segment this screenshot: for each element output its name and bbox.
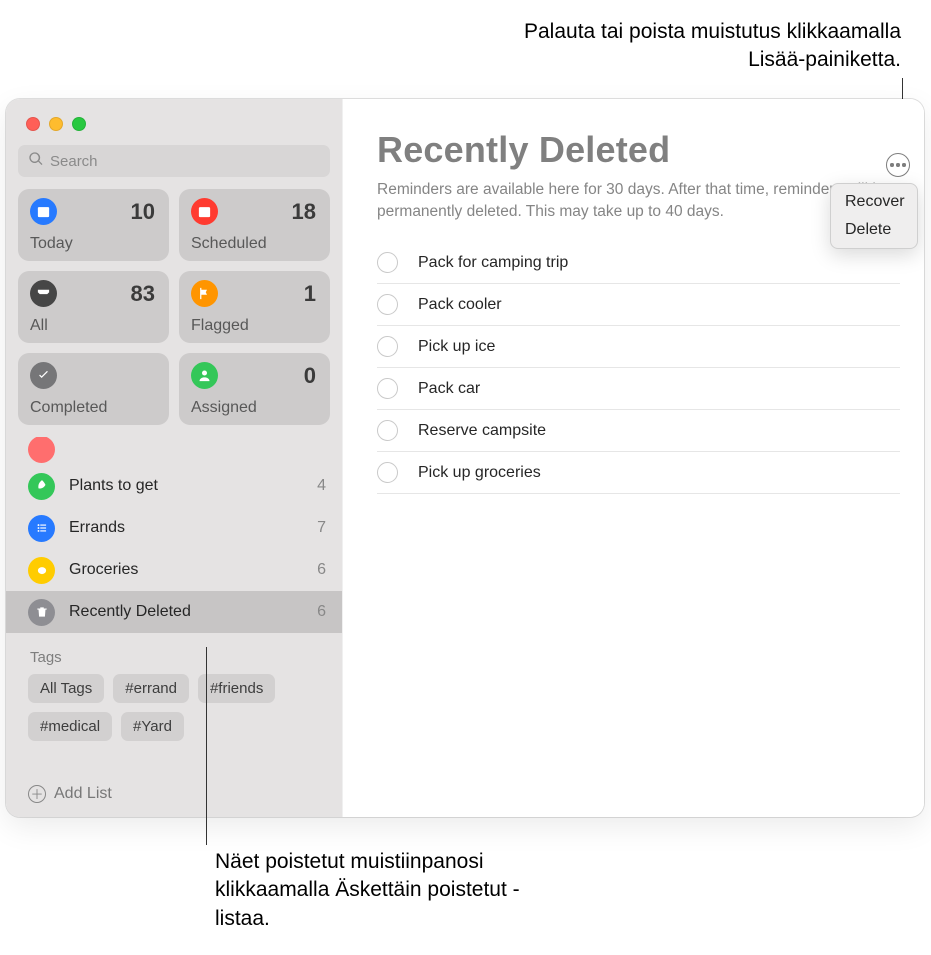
- smart-assigned-count: 0: [304, 363, 316, 389]
- callout-more-button: Palauta tai poista muistutus klikkaamall…: [481, 18, 901, 75]
- list-label: Plants to get: [69, 477, 317, 495]
- calendar-today-icon: [30, 198, 57, 225]
- reminder-row[interactable]: Pick up ice: [377, 326, 900, 368]
- tags-header: Tags: [6, 633, 342, 674]
- smart-today[interactable]: 10 Today: [18, 189, 169, 261]
- sidebar-lists: Plants to get 4 Errands 7 Groceries 6: [6, 437, 342, 775]
- leaf-icon: [28, 473, 55, 500]
- minimize-window-button[interactable]: [49, 117, 63, 131]
- list-label: Recently Deleted: [69, 603, 317, 621]
- smart-completed-label: Completed: [30, 399, 107, 417]
- reminder-title: Pack cooler: [418, 296, 502, 314]
- calendar-icon: [191, 198, 218, 225]
- reminder-title: Pack car: [418, 380, 480, 398]
- reminder-title: Pick up groceries: [418, 464, 541, 482]
- plus-circle-icon: ＋: [28, 785, 46, 803]
- smart-assigned-label: Assigned: [191, 399, 257, 417]
- reminder-title: Pack for camping trip: [418, 254, 568, 272]
- more-button[interactable]: [886, 153, 910, 177]
- fullscreen-window-button[interactable]: [72, 117, 86, 131]
- smart-flagged-label: Flagged: [191, 317, 249, 335]
- search-input[interactable]: [50, 153, 320, 170]
- smart-flagged[interactable]: 1 Flagged: [179, 271, 330, 343]
- reminder-row[interactable]: Pack car: [377, 368, 900, 410]
- sidebar-list-plants[interactable]: Plants to get 4: [6, 465, 342, 507]
- sidebar-list-errands[interactable]: Errands 7: [6, 507, 342, 549]
- search-icon: [28, 151, 50, 172]
- smart-today-label: Today: [30, 235, 73, 253]
- smart-scheduled[interactable]: 18 Scheduled: [179, 189, 330, 261]
- reminder-row[interactable]: Reserve campsite: [377, 410, 900, 452]
- list-label: Errands: [69, 519, 317, 537]
- reminders-list: Pack for camping trip Pack cooler Pick u…: [377, 242, 900, 494]
- reminder-checkbox[interactable]: [377, 252, 398, 273]
- flag-icon: [191, 280, 218, 307]
- search-field[interactable]: [18, 145, 330, 177]
- close-window-button[interactable]: [26, 117, 40, 131]
- leader-line-bottom: [206, 647, 207, 845]
- smart-assigned[interactable]: 0 Assigned: [179, 353, 330, 425]
- tag-errand[interactable]: #errand: [113, 674, 189, 703]
- smart-list-grid: 10 Today 18 Scheduled 83 All: [6, 189, 342, 437]
- tags-container: All Tags #errand #friends #medical #Yard: [6, 674, 342, 753]
- lemon-icon: [28, 557, 55, 584]
- smart-all[interactable]: 83 All: [18, 271, 169, 343]
- dot-icon: [896, 163, 899, 166]
- dot-icon: [890, 163, 893, 166]
- list-count: 4: [317, 477, 326, 495]
- tag-yard[interactable]: #Yard: [121, 712, 184, 741]
- delete-menu-item[interactable]: Delete: [831, 216, 917, 244]
- smart-scheduled-label: Scheduled: [191, 235, 267, 253]
- dot-icon: [902, 163, 905, 166]
- reminder-checkbox[interactable]: [377, 462, 398, 483]
- list-bullet-icon: [28, 515, 55, 542]
- sidebar: 10 Today 18 Scheduled 83 All: [6, 99, 342, 817]
- add-list-label: Add List: [54, 785, 112, 803]
- window-controls: [6, 99, 342, 145]
- page-title: Recently Deleted: [377, 129, 900, 171]
- smart-all-count: 83: [131, 281, 155, 307]
- reminder-row[interactable]: Pack for camping trip: [377, 242, 900, 284]
- reminder-title: Pick up ice: [418, 338, 495, 356]
- trash-icon: [28, 599, 55, 626]
- page-subtitle: Reminders are available here for 30 days…: [377, 179, 900, 222]
- smart-all-label: All: [30, 317, 48, 335]
- reminder-checkbox[interactable]: [377, 378, 398, 399]
- sidebar-list-groceries[interactable]: Groceries 6: [6, 549, 342, 591]
- smart-completed[interactable]: Completed: [18, 353, 169, 425]
- reminder-checkbox[interactable]: [377, 336, 398, 357]
- add-list-button[interactable]: ＋ Add List: [6, 775, 342, 817]
- sidebar-list-previous[interactable]: [6, 443, 342, 465]
- list-count: 7: [317, 519, 326, 537]
- tag-all[interactable]: All Tags: [28, 674, 104, 703]
- list-count: 6: [317, 561, 326, 579]
- smart-scheduled-count: 18: [292, 199, 316, 225]
- sidebar-list-recently-deleted[interactable]: Recently Deleted 6: [6, 591, 342, 633]
- tag-medical[interactable]: #medical: [28, 712, 112, 741]
- callout-recently-deleted: Näet poistetut muistiinpanosi klikkaamal…: [215, 848, 545, 933]
- app-window: 10 Today 18 Scheduled 83 All: [6, 99, 924, 817]
- list-count: 6: [317, 603, 326, 621]
- more-popover: Recover Delete: [830, 183, 918, 249]
- person-icon: [191, 362, 218, 389]
- list-icon: [28, 437, 55, 463]
- tag-friends[interactable]: #friends: [198, 674, 275, 703]
- reminder-title: Reserve campsite: [418, 422, 546, 440]
- list-label: Groceries: [69, 561, 317, 579]
- reminder-row[interactable]: Pack cooler: [377, 284, 900, 326]
- smart-flagged-count: 1: [304, 281, 316, 307]
- recover-menu-item[interactable]: Recover: [831, 188, 917, 216]
- checkmark-icon: [30, 362, 57, 389]
- tray-icon: [30, 280, 57, 307]
- smart-today-count: 10: [131, 199, 155, 225]
- reminder-checkbox[interactable]: [377, 420, 398, 441]
- reminder-row[interactable]: Pick up groceries: [377, 452, 900, 494]
- main-content: Recently Deleted Reminders are available…: [342, 99, 924, 817]
- reminder-checkbox[interactable]: [377, 294, 398, 315]
